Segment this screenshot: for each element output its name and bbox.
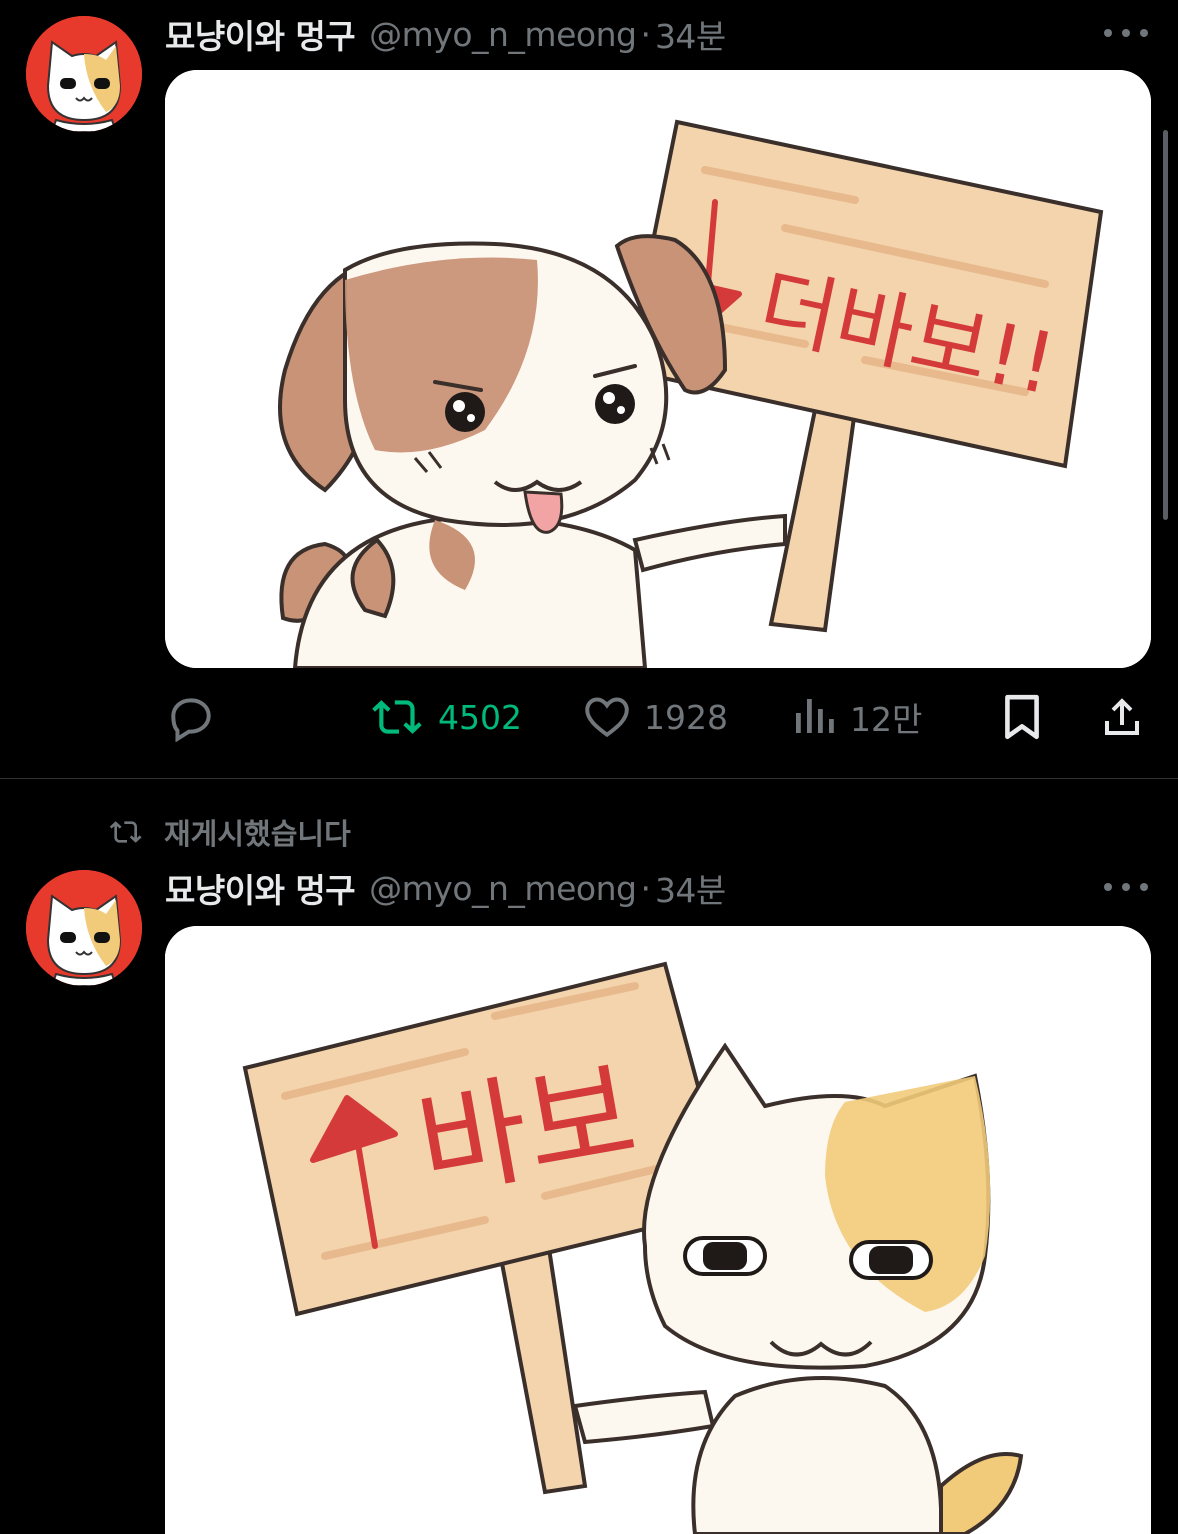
more-options-icon[interactable] bbox=[1104, 872, 1148, 902]
handle[interactable]: @myo_n_meong bbox=[369, 15, 637, 54]
display-name[interactable]: 묘냥이와 멍구 bbox=[165, 10, 356, 58]
retweet-icon bbox=[109, 821, 142, 843]
heart-icon bbox=[585, 697, 629, 738]
reply-icon bbox=[171, 698, 211, 742]
cat-avatar-icon bbox=[26, 16, 142, 132]
avatar[interactable] bbox=[26, 870, 142, 986]
retweet-count: 4502 bbox=[438, 697, 522, 737]
puppy-with-sign-illustration: 더바보!! bbox=[165, 70, 1151, 668]
reply-button[interactable] bbox=[166, 680, 216, 754]
cat-with-sign-illustration: 바보 bbox=[165, 926, 1151, 1534]
like-button[interactable]: 1928 bbox=[582, 680, 728, 754]
scrollbar[interactable] bbox=[1163, 130, 1168, 520]
views-count: 12만 bbox=[850, 700, 923, 739]
share-button[interactable] bbox=[1098, 680, 1146, 754]
bookmark-button[interactable] bbox=[1000, 680, 1044, 754]
cat-avatar-icon bbox=[26, 870, 142, 986]
retweet-icon bbox=[372, 700, 422, 734]
tweet[interactable]: 묘냥이와 멍구 @myo_n_meong · 34분 더바보!! 4502 19… bbox=[0, 0, 1178, 778]
display-name[interactable]: 묘냥이와 멍구 bbox=[165, 864, 356, 912]
separator: · bbox=[640, 868, 651, 908]
avatar[interactable] bbox=[26, 16, 142, 132]
tweet-divider bbox=[0, 778, 1178, 779]
timestamp[interactable]: 34분 bbox=[655, 864, 726, 912]
tweet-image[interactable]: 바보 bbox=[165, 926, 1151, 1534]
like-count: 1928 bbox=[644, 697, 728, 737]
views-button[interactable]: 12만 bbox=[794, 680, 922, 754]
bookmark-icon bbox=[1005, 694, 1039, 740]
tweet[interactable]: 묘냥이와 멍구 @myo_n_meong · 34분 바보 bbox=[0, 856, 1178, 1534]
repost-label: 재게시했습니다 bbox=[164, 817, 351, 851]
tweet-actions: 4502 1928 12만 bbox=[0, 680, 1178, 754]
timestamp[interactable]: 34분 bbox=[655, 10, 726, 58]
separator: · bbox=[640, 14, 651, 54]
share-icon bbox=[1105, 698, 1139, 735]
more-options-icon[interactable] bbox=[1104, 18, 1148, 48]
repost-indicator[interactable]: 재게시했습니다 bbox=[108, 812, 351, 852]
tweet-image[interactable]: 더바보!! bbox=[165, 70, 1151, 668]
views-icon bbox=[796, 699, 834, 733]
tweet-header: 묘냥이와 멍구 @myo_n_meong · 34분 bbox=[165, 10, 726, 58]
handle[interactable]: @myo_n_meong bbox=[369, 869, 637, 908]
tweet-header: 묘냥이와 멍구 @myo_n_meong · 34분 bbox=[165, 864, 726, 912]
retweet-button[interactable]: 4502 bbox=[372, 680, 522, 754]
